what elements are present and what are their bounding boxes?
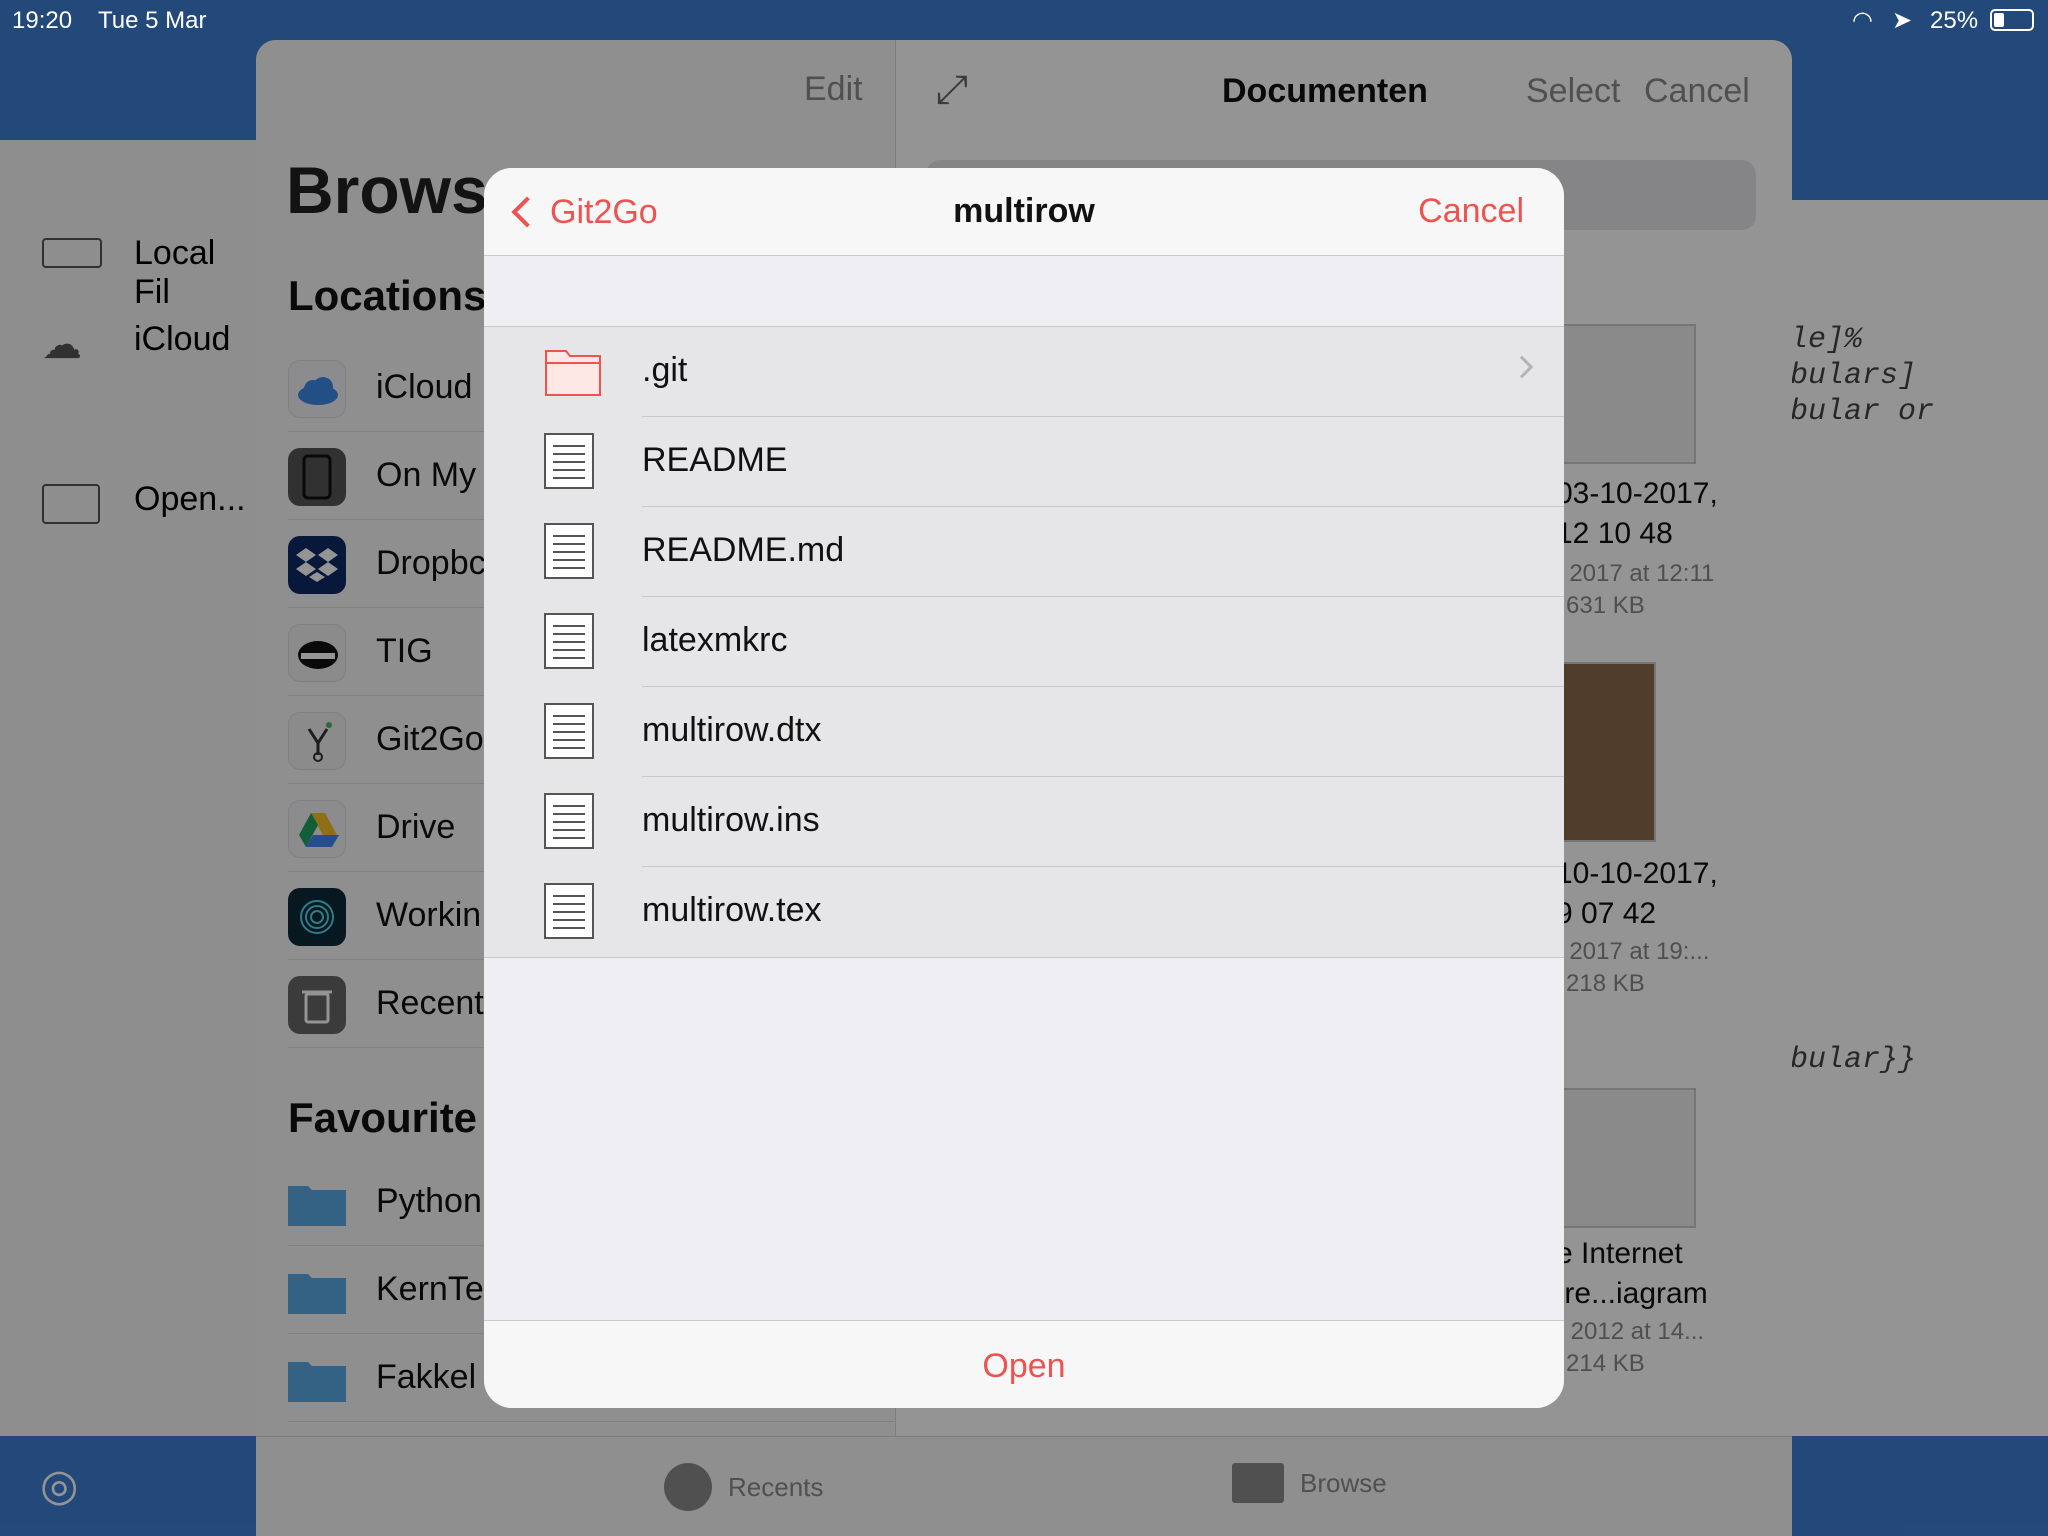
list-item[interactable]: multirow.ins	[484, 777, 1564, 867]
folder-icon	[544, 343, 601, 399]
item-name: latexmkrc	[642, 621, 788, 659]
list-item[interactable]: .git	[484, 327, 1564, 417]
list-item[interactable]: latexmkrc	[484, 597, 1564, 687]
file-list: .git README README.md latexmkrc multirow…	[484, 326, 1564, 958]
list-item[interactable]: multirow.dtx	[484, 687, 1564, 777]
status-bar: 19:20 Tue 5 Mar ◠ ➤ 25%	[0, 0, 2048, 40]
battery-icon	[1990, 9, 2034, 31]
modal-footer: Open	[484, 1320, 1564, 1408]
document-icon	[544, 883, 594, 939]
list-item[interactable]: README.md	[484, 507, 1564, 597]
item-name: multirow.tex	[642, 891, 822, 929]
location-arrow-icon: ➤	[1892, 7, 1913, 34]
date: Tue 5 Mar	[98, 7, 207, 34]
chevron-right-icon	[1510, 355, 1534, 379]
item-name: multirow.dtx	[642, 711, 822, 749]
item-name: README	[642, 441, 788, 479]
list-item[interactable]: multirow.tex	[484, 867, 1564, 957]
document-icon	[544, 703, 594, 759]
cancel-button[interactable]: Cancel	[1418, 192, 1524, 231]
folder-browser-modal: Git2Go multirow Cancel .git README READM…	[484, 168, 1564, 1408]
wifi-icon: ◠	[1852, 7, 1873, 34]
item-name: multirow.ins	[642, 801, 820, 839]
document-icon	[544, 523, 594, 579]
list-item[interactable]: README	[484, 417, 1564, 507]
document-icon	[544, 793, 594, 849]
open-button[interactable]: Open	[484, 1347, 1564, 1386]
clock: 19:20	[12, 7, 73, 34]
document-icon	[544, 433, 594, 489]
modal-header: Git2Go multirow Cancel	[484, 168, 1564, 256]
item-name: .git	[642, 351, 688, 389]
item-name: README.md	[642, 531, 845, 569]
battery-percentage: 25%	[1930, 7, 1979, 34]
modal-title: multirow	[953, 192, 1095, 230]
document-icon	[544, 613, 594, 669]
